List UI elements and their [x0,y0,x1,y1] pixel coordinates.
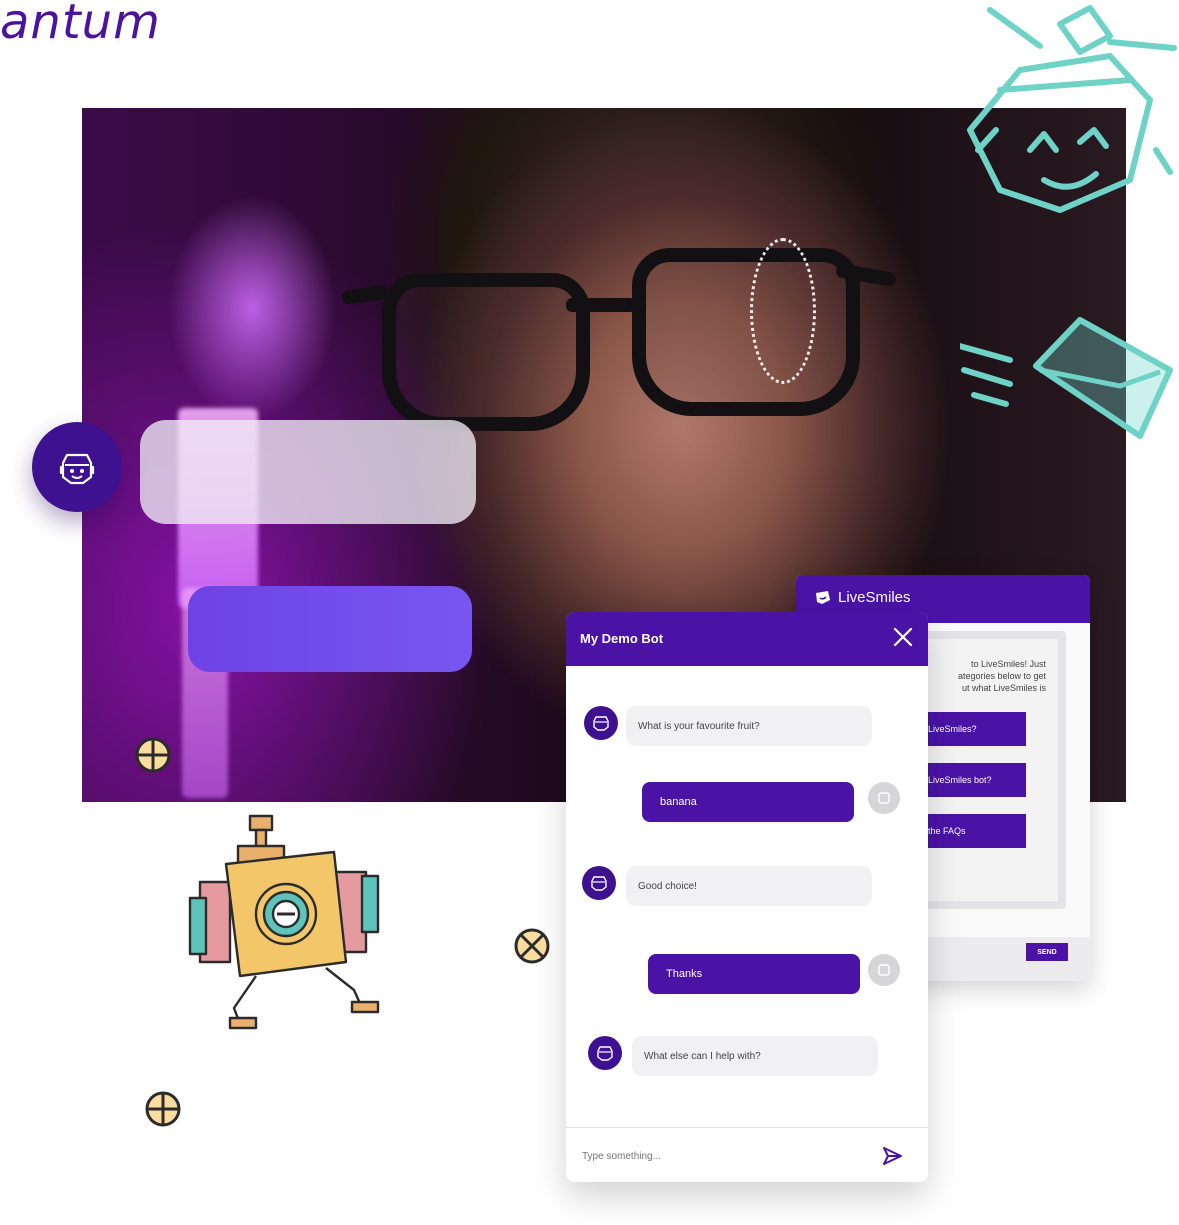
livesmiles-intro-text: to LiveSmiles! Just ategories below to g… [957,659,1046,693]
face-scan-dots [750,238,816,384]
violet-chat-bubble [188,586,472,672]
chat-header: My Demo Bot [566,612,928,666]
bot-avatar [582,866,616,900]
user-avatar [868,782,900,814]
user-message: banana [642,782,854,822]
bot-message: Good choice! [626,866,872,906]
livesmiles-logo-icon [816,590,830,604]
crosshair-doodle-icon [135,737,171,773]
send-icon[interactable] [878,1142,906,1170]
glasses-bridge [566,298,636,312]
bot-message: What is your favourite fruit? [626,706,872,746]
frosted-chat-bubble [140,420,476,524]
user-message: Thanks [648,954,860,994]
teal-robot-doodle-icon [960,5,1177,439]
livesmiles-option-1[interactable]: LiveSmiles? [920,712,1026,746]
robot-face-icon [593,716,609,731]
close-icon[interactable] [890,624,916,650]
glasses-temple-left [341,284,389,306]
chat-input-divider [566,1127,928,1128]
livesmiles-brand: LiveSmiles [814,589,911,606]
livesmiles-option-3[interactable]: the FAQs [920,814,1026,848]
robot-face-icon [59,453,95,485]
bot-message: What else can I help with? [632,1036,878,1076]
crosshair-doodle-icon [145,1091,181,1127]
brand-wordmark-fragment: antum [0,0,161,50]
bot-avatar [584,706,618,740]
bot-avatar-large [32,422,122,512]
livesmiles-send-button[interactable]: SEND [1026,943,1068,961]
user-avatar [868,954,900,986]
user-avatar-icon [878,964,890,976]
glasses-right-lens [632,248,860,416]
glasses-left-lens [382,273,590,431]
livesmiles-option-2[interactable]: LiveSmiles bot? [920,763,1026,797]
bot-avatar [588,1036,622,1070]
lander-robot-doodle-icon [188,814,380,1030]
chat-message-input[interactable] [580,1142,864,1170]
livesmiles-brand-label: LiveSmiles [838,589,911,606]
chat-title: My Demo Bot [580,631,664,646]
demo-bot-chat-window: My Demo Bot What is your favourite fruit… [566,612,928,1182]
robot-face-icon [591,876,607,891]
x-circle-doodle-icon [514,928,550,964]
user-avatar-icon [878,792,890,804]
robot-face-icon [597,1046,613,1061]
